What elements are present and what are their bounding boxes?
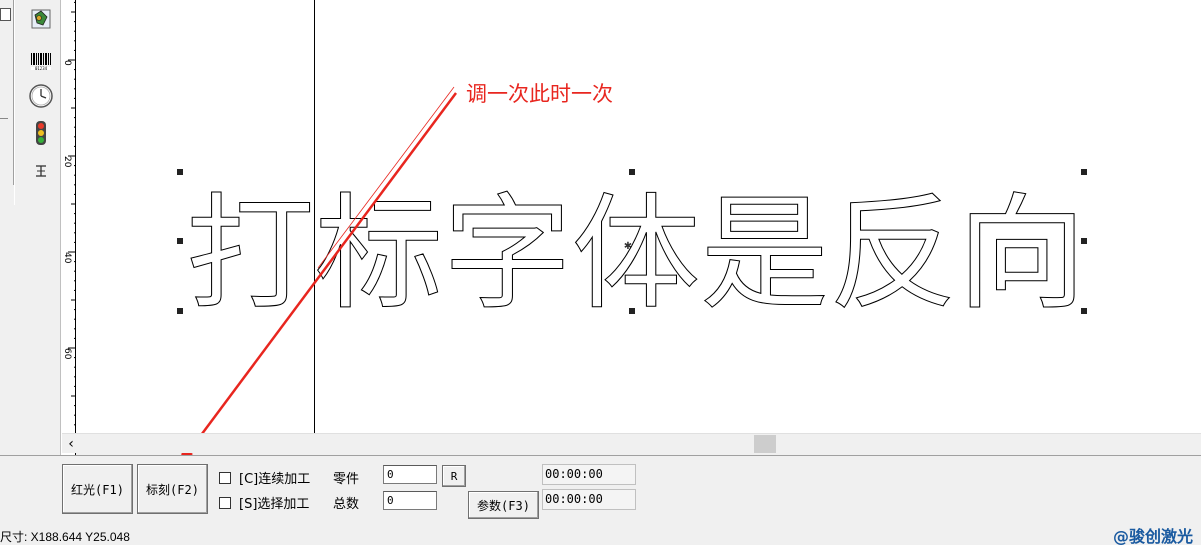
horizontal-scrollbar[interactable]: ‹ — [62, 433, 1201, 453]
barcode-icon[interactable]: 01234 — [26, 46, 56, 76]
marking-text: 打标字体是反向 — [186, 182, 1086, 327]
extend-axis-icon[interactable] — [26, 156, 56, 186]
vector-import-icon[interactable] — [26, 4, 56, 34]
annotation-label: 调一次此时一次 — [466, 82, 613, 106]
laser-marking-app: 01234 0 20 40 60 ✱ 打标字体是反向 调一次此时一次 ‹ 红光(… — [0, 0, 1201, 545]
select-checkbox[interactable] — [219, 496, 231, 509]
ruler-label: 20 — [62, 156, 72, 168]
timer-icon[interactable] — [26, 81, 56, 111]
parts-input[interactable]: 0 — [383, 465, 437, 484]
left-side-panel — [0, 0, 14, 185]
continuous-checkbox[interactable] — [219, 471, 231, 484]
elapsed-time: 00:00:00 — [542, 464, 636, 485]
svg-text:01234: 01234 — [35, 66, 48, 71]
vertical-ruler: 0 20 40 60 — [60, 0, 77, 455]
scroll-left-icon[interactable]: ‹ — [62, 434, 80, 454]
work-canvas[interactable]: ✱ 打标字体是反向 — [76, 0, 1201, 433]
ruler-label: 40 — [62, 252, 72, 264]
marking-control-panel: 红光(F1) 标刻(F2) [C]连续加工 [S]选择加工 零件 总数 0 0 … — [0, 455, 1201, 523]
ruler-label: 0 — [62, 60, 72, 66]
total-time: 00:00:00 — [542, 489, 636, 510]
watermark: @骏创激光 — [1112, 527, 1193, 545]
status-bar: 尺寸: X188.644 Y25.048 @骏创激光 — [0, 523, 1201, 545]
reset-button[interactable]: R — [442, 465, 466, 487]
scroll-thumb[interactable] — [754, 435, 776, 453]
select-option[interactable]: [S]选择加工 — [219, 493, 309, 512]
params-button[interactable]: 参数(F3) — [468, 491, 539, 519]
panel-divider — [0, 118, 8, 119]
marking-text-object[interactable]: 打标字体是反向 — [76, 0, 1201, 433]
mark-button[interactable]: 标刻(F2) — [137, 464, 208, 514]
total-input[interactable]: 0 — [383, 491, 437, 510]
vertical-toolbar: 01234 — [14, 0, 62, 205]
ruler-ticks: 0 20 40 60 — [62, 1, 77, 445]
parts-label: 零件 — [333, 472, 360, 487]
io-light-icon[interactable] — [26, 118, 56, 148]
select-label: [S]选择加工 — [239, 497, 310, 512]
ruler-label: 60 — [62, 348, 72, 360]
total-label: 总数 — [333, 497, 360, 512]
coords-readout: 尺寸: X188.644 Y25.048 — [0, 530, 130, 544]
continuous-label: [C]连续加工 — [239, 472, 311, 487]
continuous-option[interactable]: [C]连续加工 — [219, 468, 310, 487]
red-light-button[interactable]: 红光(F1) — [62, 464, 133, 514]
panel-stub-icon[interactable] — [0, 8, 11, 21]
